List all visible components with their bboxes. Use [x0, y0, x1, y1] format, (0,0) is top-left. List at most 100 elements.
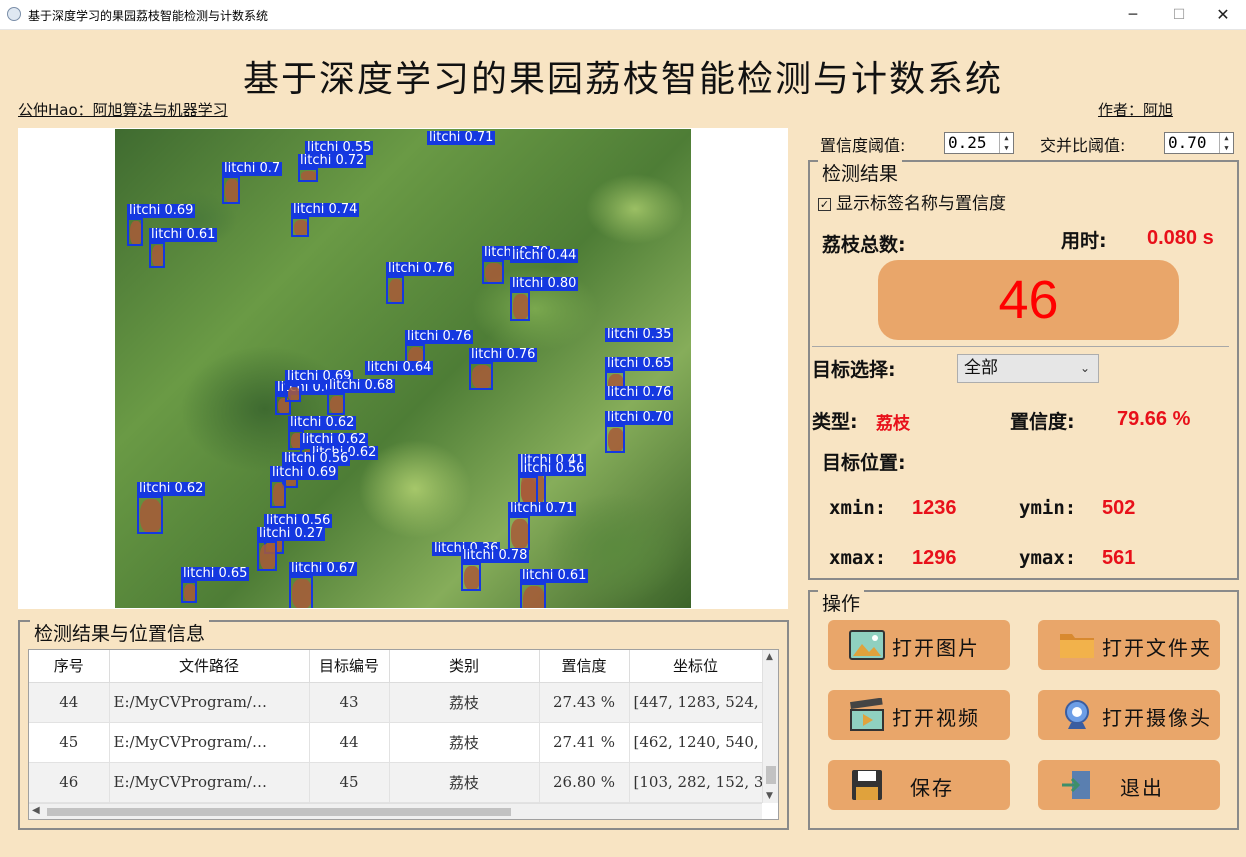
table-row[interactable]: 45 E:/MyCVProgram/… 44 荔枝 27.41 % [462, …: [29, 722, 763, 763]
cell-class: 荔枝: [389, 722, 540, 763]
detection-box: [520, 583, 546, 608]
detection-box: [291, 217, 309, 237]
results-table-title: 检测结果与位置信息: [30, 619, 210, 646]
detection-box: [289, 576, 313, 608]
col-header-confidence[interactable]: 置信度: [539, 650, 630, 683]
checkbox-checked-icon[interactable]: ✓: [818, 198, 831, 211]
col-header-class[interactable]: 类别: [389, 650, 540, 683]
detection-label: litchi 0.72: [298, 153, 367, 168]
detection-box: [181, 581, 197, 603]
detection-label: litchi 0.65: [181, 566, 250, 581]
cell-target-id: 44: [309, 722, 390, 763]
detection-box: [149, 242, 165, 268]
confidence-label: 置信度:: [1010, 411, 1075, 433]
window-title: 基于深度学习的果园荔枝智能检测与计数系统: [28, 9, 269, 23]
detection-label: litchi 0.35: [605, 327, 674, 342]
cell-target-id: 43: [309, 682, 390, 723]
col-header-index[interactable]: 序号: [29, 650, 110, 683]
save-button[interactable]: 保存: [828, 760, 1010, 810]
open-folder-button[interactable]: 打开文件夹: [1038, 620, 1220, 670]
detection-label: litchi 0.27: [257, 526, 326, 541]
author-channel-caption: 公仲Hao：阿旭算法与机器学习: [18, 101, 228, 119]
table-horizontal-scrollbar[interactable]: ◀: [29, 803, 762, 819]
target-select-label: 目标选择:: [812, 359, 896, 381]
iou-threshold-label: 交并比阈值:: [1040, 136, 1126, 155]
open-camera-button[interactable]: 打开摄像头: [1038, 690, 1220, 740]
cell-coords: [462, 1240, 540, 1: [629, 722, 763, 763]
target-select[interactable]: 全部 ⌄: [957, 354, 1099, 383]
cell-confidence: 27.41 %: [539, 722, 630, 763]
ymin-label: ymin:: [1019, 497, 1077, 519]
count-label: 荔枝总数:: [822, 234, 906, 256]
spin-arrows-icon[interactable]: ▲ ▼: [1219, 133, 1233, 153]
detection-box: [386, 276, 404, 304]
cell-index: 45: [29, 722, 110, 763]
cell-path: E:/MyCVProgram/…: [109, 762, 310, 803]
ymin-value: 502: [1102, 497, 1136, 519]
table-vertical-scrollbar[interactable]: ▲ ▼: [762, 650, 778, 803]
chevron-down-icon[interactable]: ⌄: [1080, 355, 1090, 382]
detection-label: litchi 0.78: [461, 548, 530, 563]
detection-photo: litchi 0.71 litchi 0.55 litchi 0.72 litchi …: [115, 129, 691, 608]
detection-box: [127, 218, 143, 246]
detection-label: litchi 0.64: [365, 360, 434, 375]
detection-label: litchi 0.44: [510, 248, 579, 263]
xmin-label: xmin:: [829, 497, 887, 519]
xmax-label: xmax:: [829, 547, 887, 569]
detection-box: [327, 393, 345, 415]
table-header-row: 序号 文件路径 目标编号 类别 置信度 坐标位: [29, 650, 763, 683]
show-labels-checkbox[interactable]: ✓ 显示标签名称与置信度: [818, 189, 1006, 214]
ymax-value: 561: [1102, 547, 1136, 569]
cell-index: 46: [29, 762, 110, 803]
open-image-button[interactable]: 打开图片: [828, 620, 1010, 670]
vertical-scroll-thumb[interactable]: [766, 766, 776, 784]
minimize-button[interactable]: ─: [1110, 0, 1156, 30]
cell-class: 荔枝: [389, 762, 540, 803]
detection-label: litchi 0.76: [469, 347, 538, 362]
col-header-path[interactable]: 文件路径: [109, 650, 310, 683]
iou-threshold-value: 0.70: [1168, 133, 1207, 152]
webcam-icon: [1065, 700, 1089, 729]
detection-label: litchi 0.62: [137, 481, 206, 496]
folder-icon: [1060, 634, 1094, 658]
detection-label: litchi 0.69: [270, 465, 339, 480]
spin-arrows-icon[interactable]: ▲ ▼: [999, 133, 1013, 153]
close-button[interactable]: ✕: [1200, 0, 1246, 30]
detection-label: litchi 0.76: [605, 385, 674, 400]
show-labels-label: 显示标签名称与置信度: [836, 194, 1006, 214]
ymax-label: ymax:: [1019, 547, 1077, 569]
scroll-down-icon[interactable]: ▼: [766, 791, 773, 801]
detection-box: [222, 176, 240, 204]
col-header-target-id[interactable]: 目标编号: [309, 650, 390, 683]
scroll-left-icon[interactable]: ◀: [32, 805, 40, 816]
col-header-coords[interactable]: 坐标位: [629, 650, 763, 683]
results-table[interactable]: 序号 文件路径 目标编号 类别 置信度 坐标位 44 E:/MyCVProgra…: [28, 649, 779, 820]
detection-box: [510, 291, 530, 321]
maximize-button[interactable]: ☐: [1156, 0, 1202, 30]
detection-label: litchi 0.74: [291, 202, 360, 217]
iou-threshold-spinbox[interactable]: 0.70 ▲ ▼: [1164, 132, 1234, 154]
detection-label: litchi 0.61: [520, 568, 589, 583]
author-caption: 作者：阿旭: [1098, 101, 1174, 119]
xmin-value: 1236: [912, 497, 957, 519]
app-icon: [7, 7, 21, 21]
image-display: litchi 0.71 litchi 0.55 litchi 0.72 litchi …: [18, 128, 788, 609]
detection-box: [285, 384, 301, 402]
cell-class: 荔枝: [389, 682, 540, 723]
detection-label: litchi 0.56: [282, 451, 351, 466]
cell-confidence: 27.43 %: [539, 682, 630, 723]
operations-title: 操作: [818, 589, 865, 616]
table-row[interactable]: 44 E:/MyCVProgram/… 43 荔枝 27.43 % [447, …: [29, 682, 763, 723]
open-camera-label: 打开摄像头: [1102, 706, 1212, 730]
page-title: 基于深度学习的果园荔枝智能检测与计数系统: [242, 59, 1003, 100]
detection-box: [518, 476, 538, 504]
time-value: 0.080 s: [1147, 227, 1214, 249]
open-video-button[interactable]: 打开视频: [828, 690, 1010, 740]
detection-box: [298, 168, 318, 182]
scroll-up-icon[interactable]: ▲: [766, 652, 773, 662]
cell-confidence: 26.80 %: [539, 762, 630, 803]
exit-button[interactable]: 退出: [1038, 760, 1220, 810]
horizontal-scroll-thumb[interactable]: [47, 808, 511, 816]
table-row[interactable]: 46 E:/MyCVProgram/… 45 荔枝 26.80 % [103, …: [29, 762, 763, 803]
conf-threshold-spinbox[interactable]: 0.25 ▲ ▼: [944, 132, 1014, 154]
